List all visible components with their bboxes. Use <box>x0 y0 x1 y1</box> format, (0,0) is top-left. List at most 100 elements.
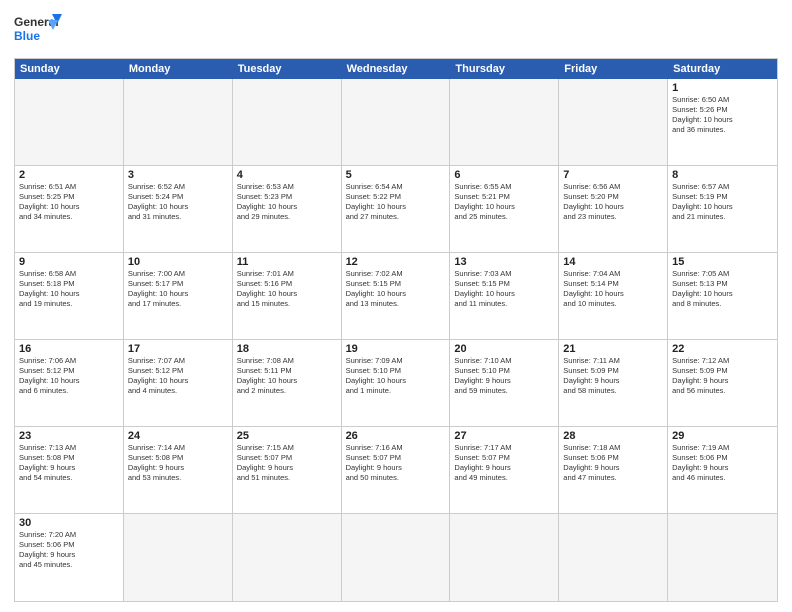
cell-sun-info: Sunrise: 7:09 AM Sunset: 5:10 PM Dayligh… <box>346 356 446 397</box>
day-number: 14 <box>563 256 663 268</box>
day-number: 11 <box>237 256 337 268</box>
calendar-cell: 21Sunrise: 7:11 AM Sunset: 5:09 PM Dayli… <box>559 340 668 427</box>
day-headers: SundayMondayTuesdayWednesdayThursdayFrid… <box>15 59 777 79</box>
calendar-cell: 12Sunrise: 7:02 AM Sunset: 5:15 PM Dayli… <box>342 253 451 340</box>
cell-sun-info: Sunrise: 6:53 AM Sunset: 5:23 PM Dayligh… <box>237 182 337 223</box>
day-number: 15 <box>672 256 773 268</box>
day-number: 20 <box>454 343 554 355</box>
calendar-cell <box>233 79 342 166</box>
day-number: 10 <box>128 256 228 268</box>
calendar-cell: 22Sunrise: 7:12 AM Sunset: 5:09 PM Dayli… <box>668 340 777 427</box>
day-number: 19 <box>346 343 446 355</box>
calendar-cell: 29Sunrise: 7:19 AM Sunset: 5:06 PM Dayli… <box>668 427 777 514</box>
calendar: SundayMondayTuesdayWednesdayThursdayFrid… <box>14 58 778 602</box>
calendar-cell: 1Sunrise: 6:50 AM Sunset: 5:26 PM Daylig… <box>668 79 777 166</box>
calendar-cell: 7Sunrise: 6:56 AM Sunset: 5:20 PM Daylig… <box>559 166 668 253</box>
calendar-cell: 10Sunrise: 7:00 AM Sunset: 5:17 PM Dayli… <box>124 253 233 340</box>
day-number: 12 <box>346 256 446 268</box>
calendar-cell: 14Sunrise: 7:04 AM Sunset: 5:14 PM Dayli… <box>559 253 668 340</box>
cell-sun-info: Sunrise: 7:02 AM Sunset: 5:15 PM Dayligh… <box>346 269 446 310</box>
calendar-cell: 11Sunrise: 7:01 AM Sunset: 5:16 PM Dayli… <box>233 253 342 340</box>
day-header-wednesday: Wednesday <box>342 59 451 79</box>
day-number: 9 <box>19 256 119 268</box>
calendar-cell: 8Sunrise: 6:57 AM Sunset: 5:19 PM Daylig… <box>668 166 777 253</box>
day-number: 23 <box>19 430 119 442</box>
cell-sun-info: Sunrise: 7:13 AM Sunset: 5:08 PM Dayligh… <box>19 443 119 484</box>
calendar-cell <box>559 514 668 601</box>
calendar-cell <box>233 514 342 601</box>
cell-sun-info: Sunrise: 7:01 AM Sunset: 5:16 PM Dayligh… <box>237 269 337 310</box>
calendar-cell: 27Sunrise: 7:17 AM Sunset: 5:07 PM Dayli… <box>450 427 559 514</box>
cell-sun-info: Sunrise: 6:55 AM Sunset: 5:21 PM Dayligh… <box>454 182 554 223</box>
calendar-cell <box>450 79 559 166</box>
day-number: 30 <box>19 517 119 529</box>
day-header-thursday: Thursday <box>450 59 559 79</box>
calendar-cell: 16Sunrise: 7:06 AM Sunset: 5:12 PM Dayli… <box>15 340 124 427</box>
cell-sun-info: Sunrise: 7:04 AM Sunset: 5:14 PM Dayligh… <box>563 269 663 310</box>
calendar-cell: 6Sunrise: 6:55 AM Sunset: 5:21 PM Daylig… <box>450 166 559 253</box>
calendar-cell: 19Sunrise: 7:09 AM Sunset: 5:10 PM Dayli… <box>342 340 451 427</box>
calendar-cell <box>450 514 559 601</box>
day-number: 27 <box>454 430 554 442</box>
day-number: 25 <box>237 430 337 442</box>
general-blue-logo: GeneralBlue <box>14 12 66 50</box>
calendar-cell: 26Sunrise: 7:16 AM Sunset: 5:07 PM Dayli… <box>342 427 451 514</box>
calendar-cell <box>124 514 233 601</box>
day-number: 6 <box>454 169 554 181</box>
cell-sun-info: Sunrise: 7:05 AM Sunset: 5:13 PM Dayligh… <box>672 269 773 310</box>
day-number: 22 <box>672 343 773 355</box>
calendar-cell: 17Sunrise: 7:07 AM Sunset: 5:12 PM Dayli… <box>124 340 233 427</box>
day-header-friday: Friday <box>559 59 668 79</box>
calendar-cell: 4Sunrise: 6:53 AM Sunset: 5:23 PM Daylig… <box>233 166 342 253</box>
calendar-cell: 24Sunrise: 7:14 AM Sunset: 5:08 PM Dayli… <box>124 427 233 514</box>
day-number: 3 <box>128 169 228 181</box>
page: GeneralBlue SundayMondayTuesdayWednesday… <box>0 0 792 612</box>
cell-sun-info: Sunrise: 7:10 AM Sunset: 5:10 PM Dayligh… <box>454 356 554 397</box>
calendar-cell: 9Sunrise: 6:58 AM Sunset: 5:18 PM Daylig… <box>15 253 124 340</box>
cell-sun-info: Sunrise: 6:58 AM Sunset: 5:18 PM Dayligh… <box>19 269 119 310</box>
day-header-monday: Monday <box>124 59 233 79</box>
calendar-cell: 15Sunrise: 7:05 AM Sunset: 5:13 PM Dayli… <box>668 253 777 340</box>
cell-sun-info: Sunrise: 7:15 AM Sunset: 5:07 PM Dayligh… <box>237 443 337 484</box>
day-number: 7 <box>563 169 663 181</box>
day-number: 29 <box>672 430 773 442</box>
cell-sun-info: Sunrise: 7:00 AM Sunset: 5:17 PM Dayligh… <box>128 269 228 310</box>
calendar-cell: 23Sunrise: 7:13 AM Sunset: 5:08 PM Dayli… <box>15 427 124 514</box>
cell-sun-info: Sunrise: 6:56 AM Sunset: 5:20 PM Dayligh… <box>563 182 663 223</box>
calendar-cell: 28Sunrise: 7:18 AM Sunset: 5:06 PM Dayli… <box>559 427 668 514</box>
cell-sun-info: Sunrise: 7:08 AM Sunset: 5:11 PM Dayligh… <box>237 356 337 397</box>
calendar-cell <box>15 79 124 166</box>
cell-sun-info: Sunrise: 7:18 AM Sunset: 5:06 PM Dayligh… <box>563 443 663 484</box>
calendar-cell <box>342 514 451 601</box>
calendar-cell: 13Sunrise: 7:03 AM Sunset: 5:15 PM Dayli… <box>450 253 559 340</box>
day-number: 8 <box>672 169 773 181</box>
cell-sun-info: Sunrise: 7:03 AM Sunset: 5:15 PM Dayligh… <box>454 269 554 310</box>
calendar-cell: 30Sunrise: 7:20 AM Sunset: 5:06 PM Dayli… <box>15 514 124 601</box>
cell-sun-info: Sunrise: 7:17 AM Sunset: 5:07 PM Dayligh… <box>454 443 554 484</box>
cell-sun-info: Sunrise: 7:06 AM Sunset: 5:12 PM Dayligh… <box>19 356 119 397</box>
day-number: 1 <box>672 82 773 94</box>
cell-sun-info: Sunrise: 6:51 AM Sunset: 5:25 PM Dayligh… <box>19 182 119 223</box>
cell-sun-info: Sunrise: 6:50 AM Sunset: 5:26 PM Dayligh… <box>672 95 773 136</box>
day-number: 2 <box>19 169 119 181</box>
day-number: 28 <box>563 430 663 442</box>
cell-sun-info: Sunrise: 7:11 AM Sunset: 5:09 PM Dayligh… <box>563 356 663 397</box>
day-header-tuesday: Tuesday <box>233 59 342 79</box>
calendar-cell <box>124 79 233 166</box>
day-number: 21 <box>563 343 663 355</box>
calendar-cell <box>342 79 451 166</box>
cell-sun-info: Sunrise: 7:19 AM Sunset: 5:06 PM Dayligh… <box>672 443 773 484</box>
day-header-saturday: Saturday <box>668 59 777 79</box>
day-number: 26 <box>346 430 446 442</box>
day-number: 17 <box>128 343 228 355</box>
calendar-cell: 18Sunrise: 7:08 AM Sunset: 5:11 PM Dayli… <box>233 340 342 427</box>
calendar-cell: 5Sunrise: 6:54 AM Sunset: 5:22 PM Daylig… <box>342 166 451 253</box>
calendar-cell: 25Sunrise: 7:15 AM Sunset: 5:07 PM Dayli… <box>233 427 342 514</box>
cell-sun-info: Sunrise: 7:07 AM Sunset: 5:12 PM Dayligh… <box>128 356 228 397</box>
day-number: 18 <box>237 343 337 355</box>
calendar-cell: 3Sunrise: 6:52 AM Sunset: 5:24 PM Daylig… <box>124 166 233 253</box>
day-number: 4 <box>237 169 337 181</box>
day-number: 13 <box>454 256 554 268</box>
calendar-cell <box>559 79 668 166</box>
calendar-cell: 20Sunrise: 7:10 AM Sunset: 5:10 PM Dayli… <box>450 340 559 427</box>
